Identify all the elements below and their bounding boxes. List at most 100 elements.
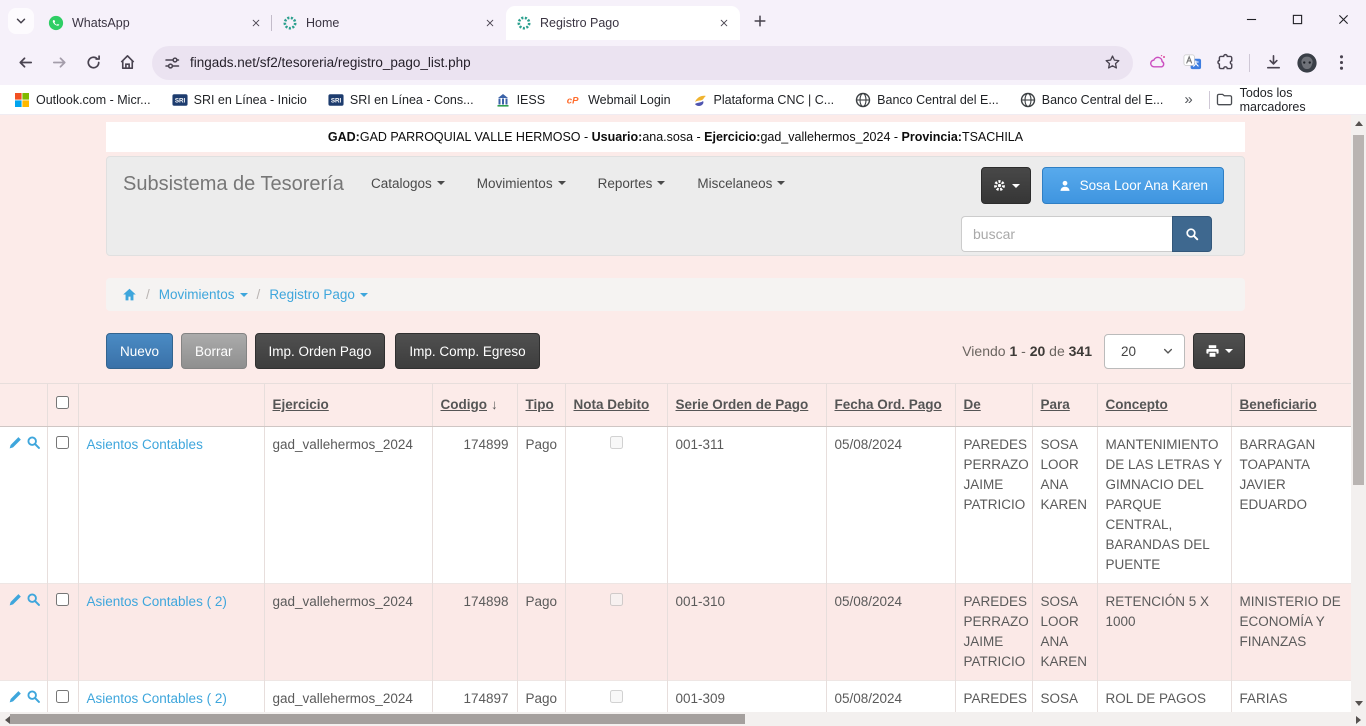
row-actions (0, 584, 47, 681)
menu-reportes[interactable]: Reportes (582, 176, 682, 191)
edit-pencil-icon[interactable] (8, 592, 23, 607)
maximize-button[interactable] (1274, 0, 1320, 38)
tab-search-button[interactable] (8, 8, 34, 34)
scroll-right-arrow[interactable] (1356, 716, 1361, 724)
gear-icon (992, 178, 1007, 193)
tab-home[interactable]: Home (272, 6, 506, 40)
header-tipo[interactable]: Tipo (517, 384, 565, 427)
back-button[interactable] (8, 46, 42, 80)
folder-icon (1216, 92, 1233, 107)
browser-menu-kebab-icon[interactable] (1326, 48, 1356, 78)
bookmarks-overflow-chevron[interactable]: » (1184, 91, 1192, 108)
header-nota-debito[interactable]: Nota Debito (565, 384, 667, 427)
print-button[interactable] (1193, 333, 1245, 369)
site-info-icon[interactable] (164, 55, 180, 71)
bookmark-webmail-login[interactable]: cPWebmail Login (566, 92, 670, 108)
new-tab-button[interactable] (746, 7, 774, 35)
imp-comp-egreso-button[interactable]: Imp. Comp. Egreso (395, 333, 539, 369)
bookmark-label: Banco Central del E... (1042, 93, 1164, 107)
tab-whatsapp[interactable]: WhatsApp (38, 6, 272, 40)
menu-label: Reportes (598, 176, 653, 191)
downloads-icon[interactable] (1258, 48, 1288, 78)
bookmark-star-icon[interactable] (1104, 54, 1121, 71)
translate-icon[interactable] (1177, 48, 1207, 78)
tab-strip: WhatsAppHomeRegistro Pago (0, 0, 1366, 40)
header-de[interactable]: De (955, 384, 1032, 427)
header-codigo[interactable]: Codigo↓ (432, 384, 517, 427)
table-row: Asientos Contablesgad_vallehermos_202417… (0, 427, 1351, 584)
tab-close-icon[interactable] (247, 15, 264, 32)
horizontal-scrollbar[interactable] (0, 712, 1366, 726)
row-link[interactable]: Asientos Contables ( 2) (87, 594, 227, 609)
cell-nota-debito (565, 427, 667, 584)
edit-pencil-icon[interactable] (8, 689, 23, 704)
row-checkbox[interactable] (56, 436, 69, 449)
tab-registro-pago[interactable]: Registro Pago (506, 6, 740, 40)
forward-arrow-icon (50, 53, 69, 72)
nuevo-button[interactable]: Nuevo (106, 333, 173, 369)
url-text[interactable]: fingads.net/sf2/tesoreria/registro_pago_… (190, 55, 1096, 70)
extension-cloud-icon[interactable] (1143, 48, 1173, 78)
bookmark-banco-central-del-e[interactable]: Banco Central del E... (855, 92, 999, 108)
scroll-down-arrow[interactable] (1355, 701, 1363, 706)
bookmarks-bar: Outlook.com - Micr... SRISRI en Línea - I… (0, 85, 1366, 115)
bookmark-iess[interactable]: IESS (495, 92, 546, 108)
settings-gear-button[interactable] (981, 167, 1031, 204)
header-beneficiario[interactable]: Beneficiario (1231, 384, 1351, 427)
row-checkbox[interactable] (56, 690, 69, 703)
tab-close-icon[interactable] (715, 15, 732, 32)
bookmark-plataforma-cnc-c[interactable]: Plataforma CNC | C... (692, 92, 835, 108)
bookmark-banco-central-del-e[interactable]: Banco Central del E... (1020, 92, 1164, 108)
page-size-select[interactable]: 20 (1104, 334, 1185, 369)
header-ejercicio[interactable]: Ejercicio (264, 384, 432, 427)
menu-catalogos[interactable]: Catalogos (355, 176, 461, 191)
row-link[interactable]: Asientos Contables (87, 437, 203, 452)
profile-avatar[interactable] (1292, 48, 1322, 78)
minimize-button[interactable] (1228, 0, 1274, 38)
view-magnifier-icon[interactable] (26, 435, 41, 450)
home-button[interactable] (110, 46, 144, 80)
bookmark-sri-en-l-nea-inicio[interactable]: SRISRI en Línea - Inicio (172, 92, 307, 108)
row-name-cell: Asientos Contables ( 2) (78, 584, 264, 681)
menu-miscelaneos[interactable]: Miscelaneos (681, 176, 801, 191)
header-serie-orden-de-pago[interactable]: Serie Orden de Pago (667, 384, 826, 427)
breadcrumb-movimientos[interactable]: Movimientos (159, 287, 248, 302)
chevron-down-icon (657, 181, 665, 185)
sort-desc-icon: ↓ (491, 395, 498, 415)
header-fecha-ord-pago[interactable]: Fecha Ord. Pago (826, 384, 955, 427)
view-magnifier-icon[interactable] (26, 592, 41, 607)
breadcrumb-label: Registro Pago (269, 287, 355, 302)
horizontal-scroll-thumb[interactable] (10, 714, 745, 724)
select-all-checkbox[interactable] (56, 396, 69, 409)
breadcrumb-registro-pago[interactable]: Registro Pago (269, 287, 368, 302)
row-link[interactable]: Asientos Contables ( 2) (87, 691, 227, 706)
all-bookmarks-label: Todos los marcadores (1240, 86, 1350, 114)
reload-button[interactable] (76, 46, 110, 80)
row-actions (0, 427, 47, 584)
extensions-puzzle-icon[interactable] (1211, 48, 1241, 78)
scroll-up-arrow[interactable] (1355, 121, 1363, 126)
address-bar[interactable]: fingads.net/sf2/tesoreria/registro_pago_… (152, 46, 1133, 80)
header-concepto[interactable]: Concepto (1097, 384, 1231, 427)
imp-orden-pago-button[interactable]: Imp. Orden Pago (255, 333, 386, 369)
row-checkbox[interactable] (56, 593, 69, 606)
edit-pencil-icon[interactable] (8, 435, 23, 450)
breadcrumb-home-link[interactable] (122, 287, 137, 302)
borrar-button[interactable]: Borrar (181, 333, 247, 369)
vertical-scroll-thumb[interactable] (1353, 135, 1364, 485)
forward-button[interactable] (42, 46, 76, 80)
header-para[interactable]: Para (1032, 384, 1097, 427)
close-button[interactable] (1320, 0, 1366, 38)
vertical-scrollbar[interactable] (1351, 115, 1366, 712)
tab-close-icon[interactable] (481, 15, 498, 32)
search-input[interactable] (961, 216, 1172, 252)
cell-fecha: 05/08/2024 (826, 584, 955, 681)
bookmark-sri-en-l-nea-cons[interactable]: SRISRI en Línea - Cons... (328, 92, 474, 108)
header-actions (0, 384, 47, 427)
menu-movimientos[interactable]: Movimientos (461, 176, 582, 191)
bookmark-outlook-com-micr[interactable]: Outlook.com - Micr... (14, 92, 151, 108)
user-menu-button[interactable]: Sosa Loor Ana Karen (1042, 167, 1224, 204)
all-bookmarks-button[interactable]: Todos los marcadores (1216, 86, 1350, 114)
search-button[interactable] (1172, 216, 1212, 252)
view-magnifier-icon[interactable] (26, 689, 41, 704)
